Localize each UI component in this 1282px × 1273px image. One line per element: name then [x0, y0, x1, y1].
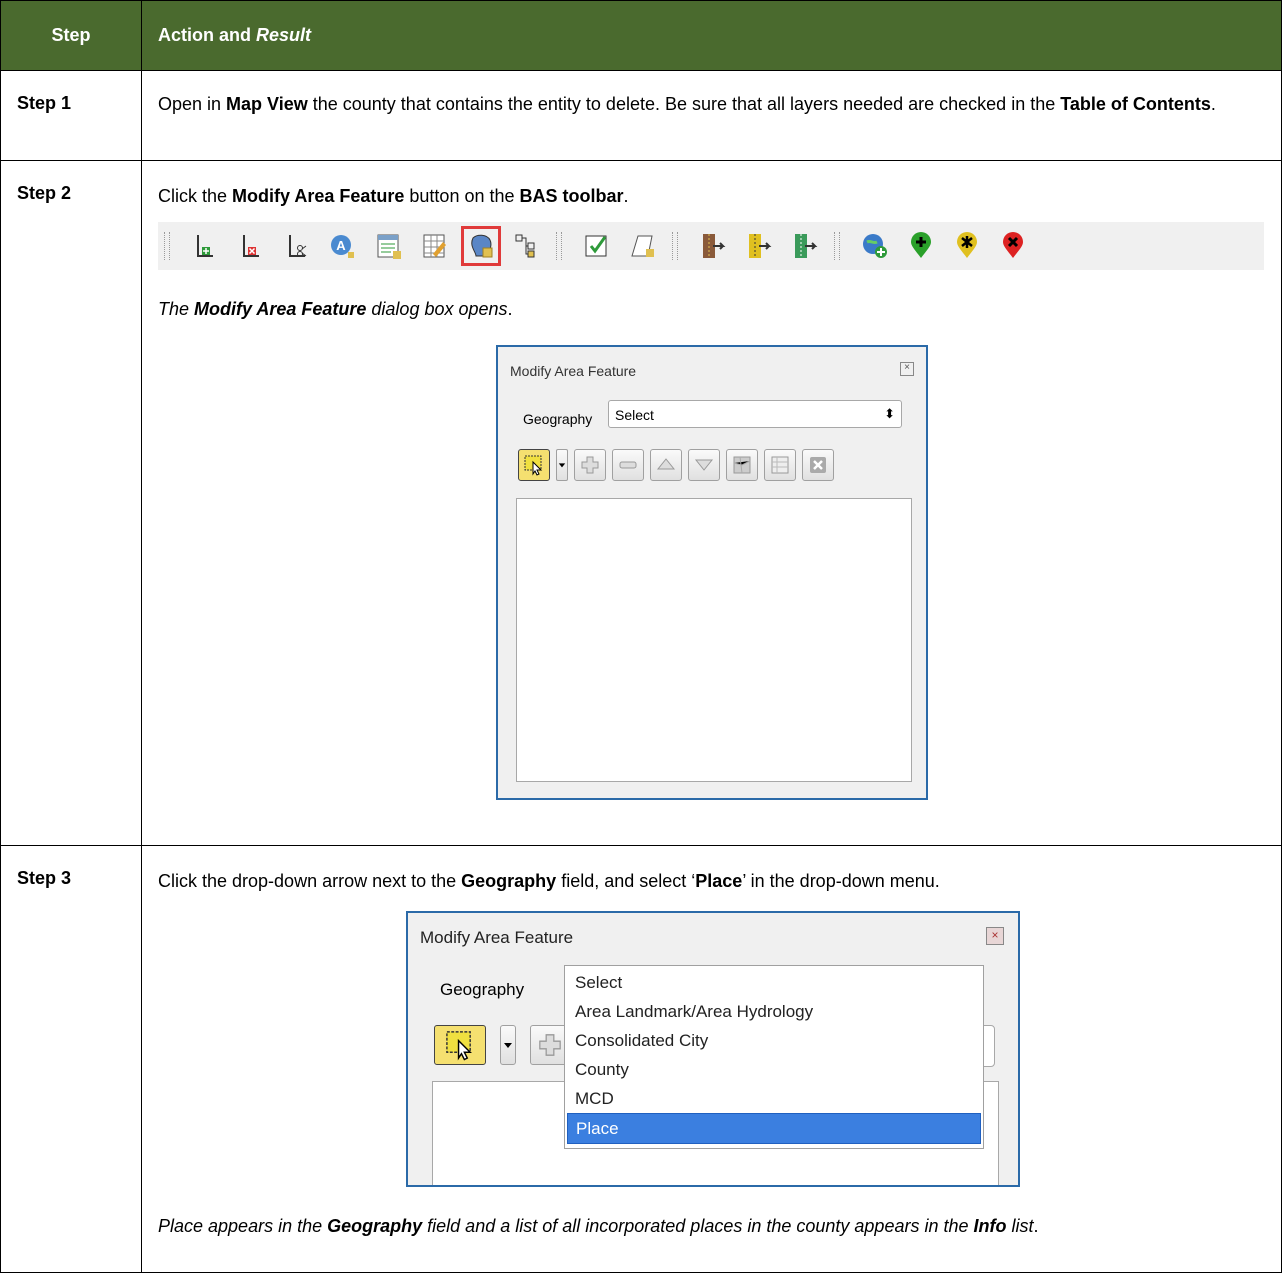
- dialog-title: Modify Area Feature: [510, 363, 637, 379]
- header-action: Action and Result: [141, 0, 1282, 71]
- delete-feature-button[interactable]: [802, 449, 834, 481]
- validate-icon[interactable]: [583, 232, 611, 260]
- chevron-down-icon: [504, 1043, 512, 1048]
- dropdown-option[interactable]: Consolidated City: [567, 1026, 981, 1055]
- step3-row: Step 3 Click the drop-down arrow next to…: [0, 845, 1282, 1273]
- select-features-button[interactable]: [434, 1025, 486, 1065]
- move-down-button[interactable]: [688, 449, 720, 481]
- svg-text:A: A: [336, 238, 346, 253]
- geography-dropdown-menu[interactable]: Select Area Landmark/Area Hydrology Cons…: [564, 965, 984, 1149]
- chevron-updown-icon: ⬍: [884, 406, 895, 421]
- modify-area-feature-dialog: Modify Area Feature × Geography Select ⬍: [496, 345, 928, 800]
- new-polygon-icon[interactable]: [629, 232, 657, 260]
- import-boundary-yellow-icon[interactable]: [745, 232, 773, 260]
- delete-point-icon[interactable]: [999, 232, 1027, 260]
- add-area-landmark-icon[interactable]: A: [329, 232, 357, 260]
- add-point-icon[interactable]: [907, 232, 935, 260]
- minus-icon: [619, 461, 637, 469]
- export-boundary-icon[interactable]: [791, 232, 819, 260]
- add-feature-button[interactable]: [574, 449, 606, 481]
- step3-content: Click the drop-down arrow next to the Ge…: [141, 845, 1282, 1273]
- move-up-button[interactable]: [650, 449, 682, 481]
- dropdown-option-selected[interactable]: Place: [567, 1113, 981, 1144]
- triangle-down-icon: [694, 459, 714, 471]
- dropdown-option[interactable]: MCD: [567, 1084, 981, 1113]
- step1-row: Step 1 Open in Map View the county that …: [0, 70, 1282, 161]
- modify-point-icon[interactable]: [953, 232, 981, 260]
- triangle-up-icon: [656, 458, 676, 470]
- dropdown-option[interactable]: Select: [567, 968, 981, 997]
- step2-row: Step 2 Click the Modify Area Feature but…: [0, 160, 1282, 846]
- toolbar-grip[interactable]: [834, 232, 840, 260]
- topology-icon[interactable]: [513, 232, 541, 260]
- select-mode-dropdown[interactable]: [500, 1025, 516, 1065]
- geography-select-value: Select: [615, 407, 654, 423]
- toolbar-grip[interactable]: [164, 232, 170, 260]
- toolbar-grip[interactable]: [672, 232, 678, 260]
- geography-label: Geography: [523, 411, 593, 427]
- geography-label: Geography: [440, 980, 525, 999]
- add-web-map-icon[interactable]: [861, 232, 889, 260]
- dialog-title: Modify Area Feature: [420, 928, 574, 947]
- table-header-row: Step Action and Result: [0, 0, 1282, 71]
- steps-table: Step Action and Result Step 1 Open in Ma…: [0, 0, 1282, 1273]
- edit-table-icon: [771, 456, 789, 474]
- map-feature-button[interactable]: [726, 449, 758, 481]
- step3-text: Click the drop-down arrow next to the Ge…: [158, 871, 940, 891]
- delete-line-icon[interactable]: [237, 232, 265, 260]
- select-pointer-icon: [446, 1031, 472, 1061]
- remove-feature-button[interactable]: [612, 449, 644, 481]
- header-result: Result: [256, 25, 312, 45]
- edit-attributes-button[interactable]: [764, 449, 796, 481]
- close-icon[interactable]: ×: [900, 362, 914, 376]
- edit-table-icon[interactable]: [421, 232, 449, 260]
- step3-label: Step 3: [0, 845, 142, 1273]
- step2-label: Step 2: [0, 160, 142, 846]
- step1-label: Step 1: [0, 70, 142, 161]
- map-icon: [733, 456, 751, 474]
- plus-icon: [539, 1034, 561, 1056]
- new-feature-table-icon[interactable]: [375, 232, 403, 260]
- split-line-icon[interactable]: [283, 232, 311, 260]
- select-mode-dropdown[interactable]: [556, 449, 568, 481]
- header-step: Step: [0, 0, 142, 71]
- modify-area-feature-icon[interactable]: [461, 226, 501, 266]
- geography-select[interactable]: Select ⬍: [608, 400, 902, 428]
- select-pointer-icon: [524, 455, 543, 476]
- dropdown-option[interactable]: County: [567, 1055, 981, 1084]
- close-icon[interactable]: ×: [986, 927, 1004, 945]
- chevron-down-icon: [558, 463, 566, 468]
- step1-text: Open in Map View the county that contain…: [141, 70, 1282, 161]
- dialog-button-row: [518, 449, 834, 481]
- toolbar-grip[interactable]: [556, 232, 562, 260]
- info-list[interactable]: [516, 498, 912, 782]
- plus-icon: [581, 456, 599, 474]
- step3-result: Place appears in the Geography field and…: [158, 1216, 1039, 1236]
- step2-result: The Modify Area Feature dialog box opens…: [158, 299, 513, 319]
- add-line-icon[interactable]: [191, 232, 219, 260]
- dropdown-option[interactable]: Area Landmark/Area Hydrology: [567, 997, 981, 1026]
- bas-toolbar: A: [158, 222, 1264, 270]
- delete-icon: [810, 457, 826, 473]
- import-boundary-icon[interactable]: [699, 232, 727, 260]
- modify-area-feature-dropdown-dialog: Modify Area Feature × Geography Select A…: [406, 911, 1020, 1187]
- select-features-button[interactable]: [518, 449, 550, 481]
- step2-content: Click the Modify Area Feature button on …: [141, 160, 1282, 846]
- step2-text: Click the Modify Area Feature button on …: [158, 186, 629, 206]
